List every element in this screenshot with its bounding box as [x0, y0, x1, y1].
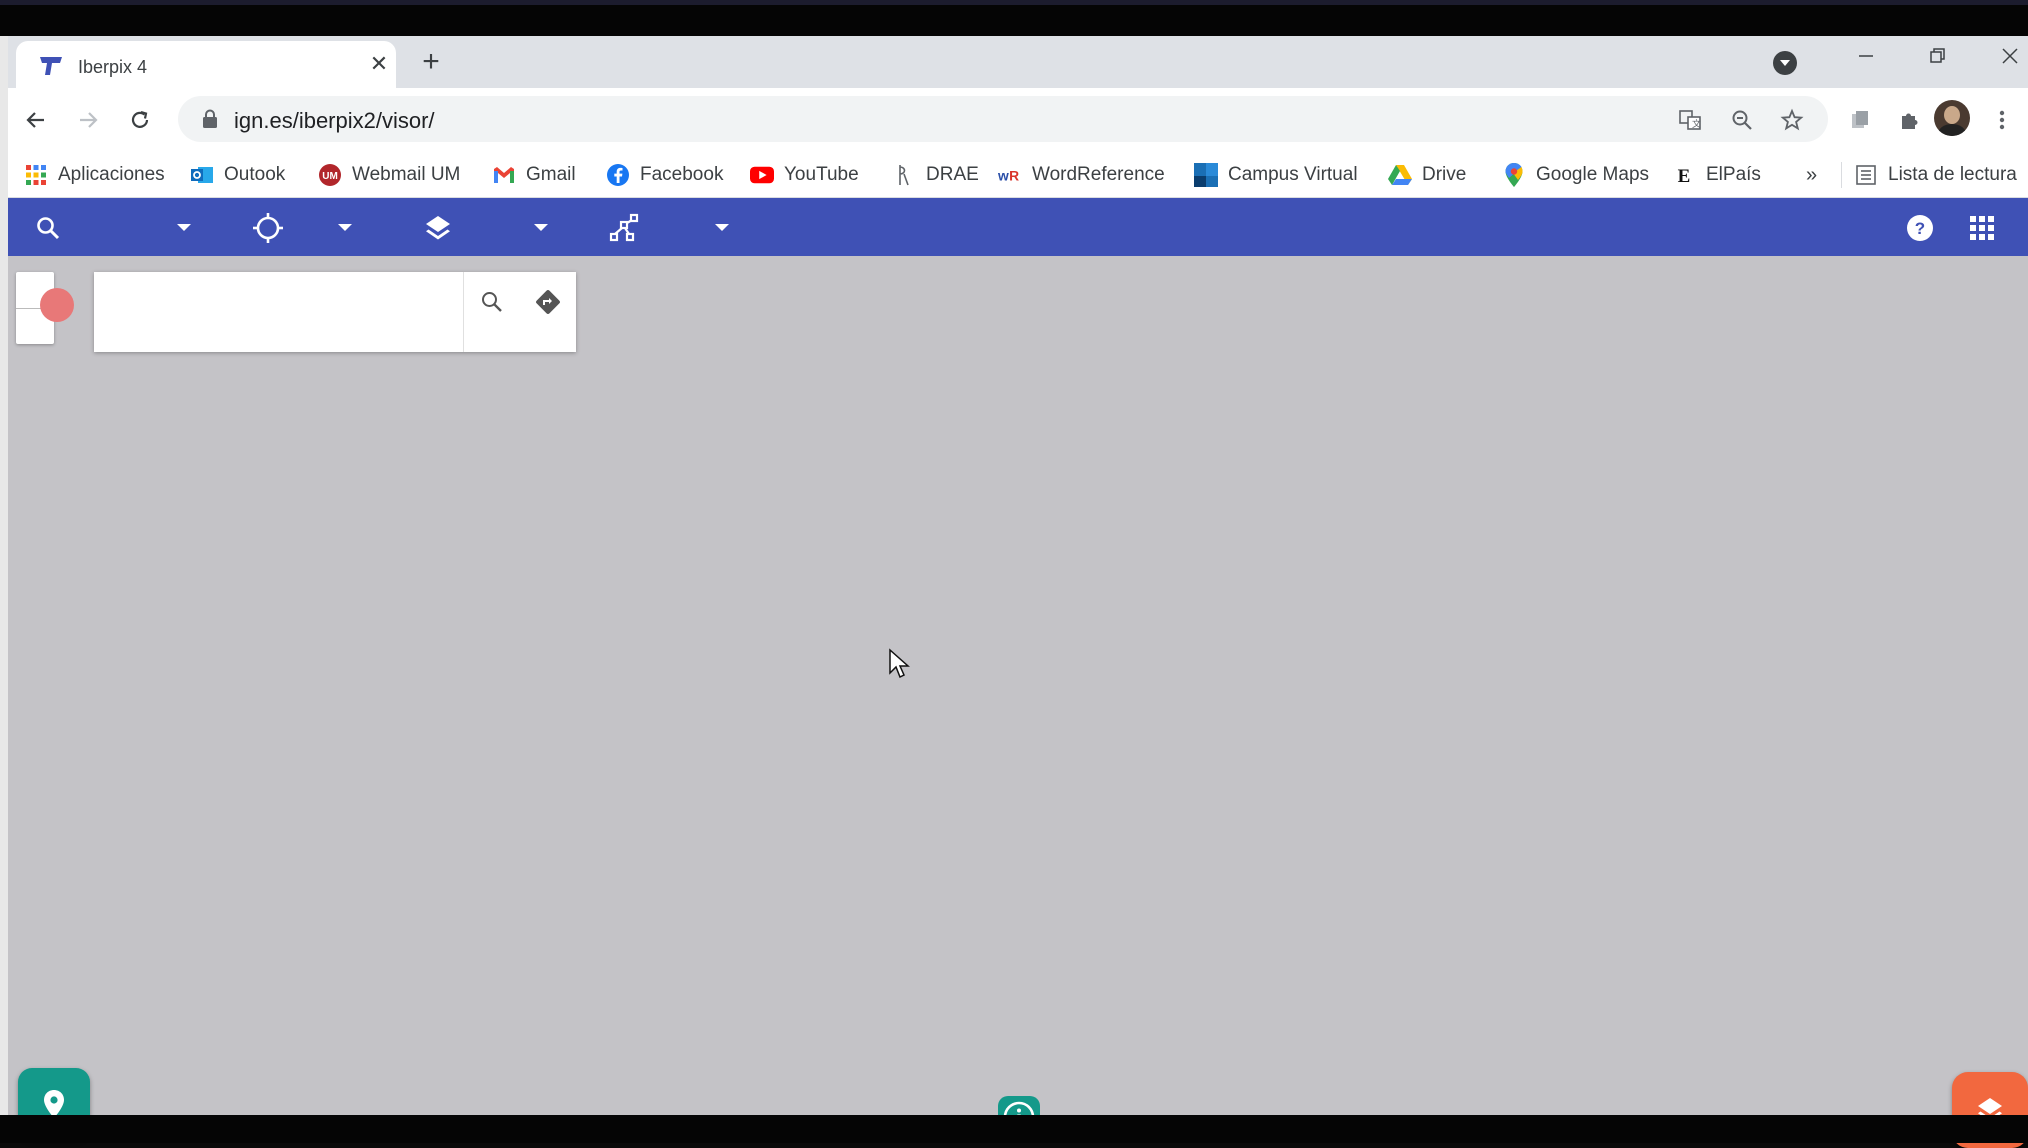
close-tab-icon[interactable]: ✕ [366, 51, 392, 77]
gmail-icon [492, 163, 516, 187]
screen-top-border [0, 0, 2028, 36]
reading-list-button[interactable]: Lista de lectura [1854, 160, 2017, 190]
reload-icon[interactable] [122, 102, 158, 138]
svg-text:文: 文 [1692, 118, 1701, 129]
reading-list-label: Lista de lectura [1888, 164, 2017, 185]
extension-icon[interactable] [1842, 102, 1878, 138]
url-text[interactable]: ign.es/iberpix2/visor/ [234, 108, 435, 134]
close-window-icon[interactable] [1990, 46, 2028, 76]
svg-text:R: R [1009, 168, 1019, 184]
place-search-input[interactable] [94, 272, 464, 352]
screen-left-border [0, 36, 8, 1116]
bookmark-elpais[interactable]: E ElPaís [1672, 160, 1761, 190]
bookmark-campus-virtual[interactable]: Campus Virtual [1194, 160, 1358, 190]
bookmark-wordreference[interactable]: wR WordReference [998, 160, 1165, 190]
translate-icon[interactable]: 文 [1676, 106, 1704, 134]
tab-search-icon[interactable] [1773, 51, 1797, 75]
bookmark-label: ElPaís [1706, 164, 1761, 185]
tab-title: Iberpix 4 [78, 57, 148, 77]
forward-icon[interactable] [70, 102, 106, 138]
back-icon[interactable] [18, 102, 54, 138]
drae-icon [892, 163, 916, 187]
apps-grid-menu-icon[interactable] [1964, 210, 2000, 246]
apps-grid-icon [24, 163, 48, 187]
locate-dropdown-icon[interactable] [338, 224, 352, 231]
bookmark-webmail-um[interactable]: UM Webmail UM [318, 160, 460, 190]
bookmarks-bar: Aplicaciones Outook UM Webmail UM Gmail … [8, 152, 2028, 198]
restore-icon[interactable] [1918, 46, 1958, 76]
bookmark-gmail[interactable]: Gmail [492, 160, 576, 190]
mouse-cursor-icon [889, 648, 910, 679]
elpais-icon: E [1672, 163, 1696, 187]
screen-bottom-border [0, 1115, 2028, 1143]
bookmark-outook[interactable]: Outook [190, 160, 285, 190]
tab-iberpix[interactable]: Iberpix 4 ✕ [16, 41, 396, 88]
help-icon[interactable]: ? [1902, 210, 1938, 246]
bookmark-aplicaciones[interactable]: Aplicaciones [24, 160, 165, 190]
bookmark-label: Webmail UM [352, 164, 461, 185]
search-dropdown-icon[interactable] [177, 224, 191, 231]
bookmark-youtube[interactable]: YouTube [750, 160, 859, 190]
bookmark-label: Aplicaciones [58, 164, 165, 185]
bookmark-label: Facebook [640, 164, 724, 185]
menu-kebab-icon[interactable] [1984, 102, 2020, 138]
map-canvas[interactable] [8, 256, 2028, 1148]
svg-text:w: w [998, 168, 1009, 184]
svg-text:E: E [1678, 166, 1691, 186]
search-icon[interactable] [474, 284, 510, 320]
bookmarks-overflow-button[interactable]: » [1806, 164, 1817, 187]
draw-tool-icon[interactable] [606, 210, 642, 246]
campus-virtual-icon [1194, 163, 1218, 187]
bookmark-facebook[interactable]: Facebook [606, 160, 723, 190]
new-tab-button[interactable]: + [416, 47, 446, 78]
youtube-icon [750, 163, 774, 187]
bookmark-label: Gmail [526, 164, 576, 185]
puzzle-extensions-icon[interactable] [1892, 102, 1928, 138]
bookmark-label: DRAE [926, 164, 979, 185]
draw-dropdown-icon[interactable] [715, 224, 729, 231]
outlook-icon [190, 163, 214, 187]
place-search-box [94, 272, 576, 352]
bookmark-label: Outook [224, 164, 286, 185]
minimize-icon[interactable] [1846, 46, 1886, 76]
bookmark-label: Campus Virtual [1228, 164, 1358, 185]
browser-toolbar: ign.es/iberpix2/visor/ 文 [8, 88, 2028, 152]
bookmark-label: Google Maps [1536, 164, 1650, 185]
svg-text:?: ? [1915, 219, 1925, 238]
ign-shield-icon [40, 57, 62, 75]
facebook-icon [606, 163, 630, 187]
lock-icon [203, 109, 217, 128]
layers-tool-icon[interactable] [420, 210, 456, 246]
bookmark-drive[interactable]: Drive [1388, 160, 1466, 190]
reading-list-icon [1854, 163, 1878, 187]
bookmark-label: YouTube [784, 164, 859, 185]
bookmarks-divider [1841, 162, 1842, 188]
search-tool-icon[interactable] [30, 210, 66, 246]
bookmark-label: WordReference [1032, 164, 1165, 185]
bookmark-google-maps[interactable]: Google Maps [1502, 160, 1649, 190]
locate-crosshair-icon[interactable] [250, 210, 286, 246]
layers-dropdown-icon[interactable] [534, 224, 548, 231]
zoom-icon[interactable] [1728, 106, 1756, 134]
directions-icon[interactable] [530, 284, 566, 320]
browser-window: Iberpix 4 ✕ + ign.es/iberpix2/visor/ 文 A… [8, 36, 2028, 1148]
drive-icon [1388, 163, 1412, 187]
iberpix-toolbar: ? [8, 198, 2028, 256]
google-maps-icon [1502, 163, 1526, 187]
wordreference-icon: wR [998, 163, 1022, 187]
tab-strip: Iberpix 4 ✕ + [8, 36, 2028, 88]
svg-text:UM: UM [322, 171, 338, 182]
um-icon: UM [318, 163, 342, 187]
bookmark-label: Drive [1422, 164, 1467, 185]
address-bar[interactable]: ign.es/iberpix2/visor/ 文 [178, 96, 1828, 142]
click-indicator [40, 288, 74, 322]
profile-avatar[interactable] [1934, 100, 1970, 136]
star-bookmark-icon[interactable] [1778, 106, 1806, 134]
bookmark-drae[interactable]: DRAE [892, 160, 979, 190]
